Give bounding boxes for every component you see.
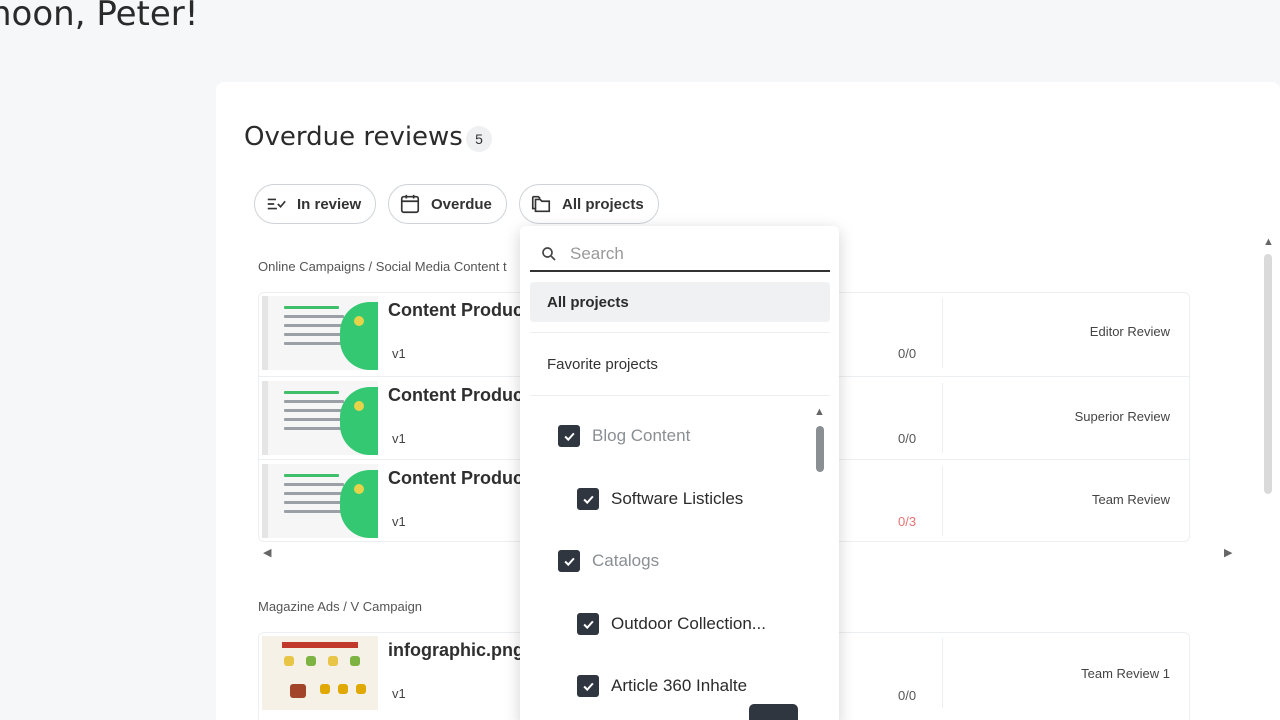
divider <box>942 466 943 536</box>
row-version: v1 <box>392 686 406 701</box>
scroll-up-icon[interactable]: ▲ <box>1263 236 1274 248</box>
row-score: 0/0 <box>898 688 917 703</box>
thumbnail-image <box>262 636 378 710</box>
row-stage: Superior Review <box>1074 409 1170 424</box>
scroll-left-icon[interactable]: ◀ <box>263 546 271 559</box>
row-version: v1 <box>392 431 406 446</box>
divider <box>942 383 943 453</box>
scroll-right-icon[interactable]: ▶ <box>1224 546 1232 559</box>
filter-in-review-chip[interactable]: In review <box>254 184 377 224</box>
apply-button[interactable] <box>749 704 798 720</box>
project-label: Catalogs <box>592 551 660 570</box>
count-badge: 5 <box>466 126 492 152</box>
checkbox-checked-icon[interactable] <box>577 488 599 510</box>
filter-overdue-label: Overdue <box>431 195 492 213</box>
project-option-outdoor-collection[interactable]: Outdoor Collection... <box>577 613 766 635</box>
divider <box>530 395 830 396</box>
projects-dropdown: All projects Favorite projects Blog Cont… <box>520 226 839 720</box>
search-icon <box>542 247 556 261</box>
folders-icon <box>531 195 551 213</box>
divider <box>942 298 943 368</box>
project-option-article-360[interactable]: Article 360 Inhalte <box>577 675 747 697</box>
thumbnail-image <box>262 296 378 370</box>
thumbnail-image <box>262 464 378 538</box>
option-all-projects[interactable]: All projects <box>530 282 830 322</box>
row-version: v1 <box>392 514 406 529</box>
checkbox-checked-icon[interactable] <box>558 425 580 447</box>
row-score: 0/3 <box>898 514 917 529</box>
greeting-heading: noon, Peter! <box>0 0 199 34</box>
row-title: Content Production Workflow <box>388 385 520 405</box>
page-scrollbar[interactable] <box>1264 254 1272 494</box>
filter-all-projects-chip[interactable]: All projects <box>519 184 659 224</box>
row-stage: Team Review 1 <box>1081 666 1170 681</box>
dropdown-scroll-up-icon[interactable]: ▲ <box>814 406 825 418</box>
project-label: Article 360 Inhalte <box>611 676 748 695</box>
checklist-icon <box>267 198 286 210</box>
filter-all-projects-label: All projects <box>562 195 644 213</box>
divider <box>942 638 943 708</box>
project-label: Software Listicles <box>611 489 744 508</box>
group-label: Online Campaigns / Social Media Content … <box>258 259 507 274</box>
row-stage: Team Review <box>1091 492 1170 507</box>
row-score: 0/0 <box>898 431 917 446</box>
search-input[interactable] <box>570 244 810 264</box>
checkbox-checked-icon[interactable] <box>577 613 599 635</box>
thumbnail-image <box>262 381 378 455</box>
dropdown-scrollbar[interactable] <box>816 426 824 472</box>
section-title: Overdue reviews <box>244 122 463 152</box>
project-label: Blog Content <box>592 426 691 445</box>
checkbox-checked-icon[interactable] <box>558 550 580 572</box>
project-option-blog-content[interactable]: Blog Content <box>558 425 690 447</box>
row-score: 0/0 <box>898 346 917 361</box>
row-version: v1 <box>392 346 406 361</box>
option-favorite-projects[interactable]: Favorite projects <box>547 356 658 373</box>
project-option-software-listicles[interactable]: Software Listicles <box>577 488 743 510</box>
row-title: Content Production Workflow <box>388 468 520 488</box>
row-title: Content Production Workflow <box>388 300 520 320</box>
filter-overdue-chip[interactable]: Overdue <box>388 184 507 224</box>
checkbox-checked-icon[interactable] <box>577 675 599 697</box>
project-option-catalogs[interactable]: Catalogs <box>558 550 659 572</box>
row-title: infographic.png <box>388 640 520 660</box>
group-label: Magazine Ads / V Campaign <box>258 599 423 614</box>
divider <box>530 332 830 333</box>
search-box[interactable] <box>530 238 830 272</box>
filter-in-review-label: In review <box>297 195 362 213</box>
project-label: Outdoor Collection... <box>611 614 766 633</box>
calendar-icon <box>400 194 420 214</box>
row-stage: Editor Review <box>1089 324 1170 339</box>
